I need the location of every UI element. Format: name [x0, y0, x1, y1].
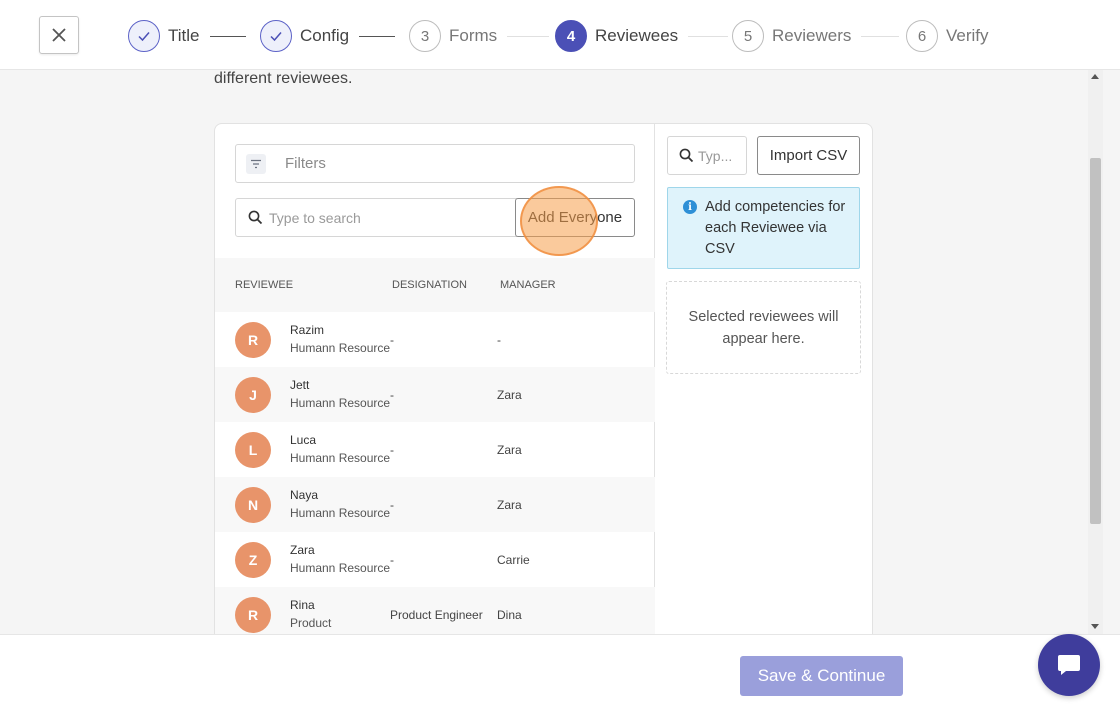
close-icon: [52, 28, 66, 42]
chat-bubble-icon: [1058, 655, 1080, 675]
reviewee-dept: Product: [290, 616, 332, 630]
step-verify[interactable]: 6 Verify: [906, 20, 989, 52]
table-row[interactable]: R Razim Humann Resource - -: [215, 312, 655, 367]
search-icon: [248, 210, 263, 225]
table-row[interactable]: N Naya Humann Resource - Zara: [215, 477, 655, 532]
reviewee-dept: Humann Resource: [290, 506, 391, 520]
reviewee-designation: -: [390, 333, 394, 347]
selected-reviewees-pane: Typ... Import CSV i Add competencies for…: [656, 124, 872, 642]
import-csv-button[interactable]: Import CSV: [757, 136, 860, 175]
wizard-footer: Save & Continue: [0, 634, 1120, 716]
reviewee-name: Rina: [290, 598, 315, 612]
reviewee-manager: Dina: [497, 608, 522, 622]
step-label: Reviewees: [595, 26, 679, 45]
step-label: Config: [300, 26, 350, 45]
close-button[interactable]: [39, 16, 79, 54]
avatar: Z: [235, 542, 271, 578]
save-continue-button[interactable]: Save & Continue: [740, 656, 903, 696]
reviewee-dept: Humann Resource: [290, 561, 391, 575]
reviewee-name: Jett: [290, 378, 310, 392]
reviewee-designation: -: [390, 388, 394, 402]
step-number: 3: [409, 20, 441, 52]
step-label: Verify: [946, 26, 989, 45]
reviewee-search-field[interactable]: [235, 198, 517, 237]
page-scrollbar[interactable]: [1088, 70, 1103, 634]
step-title[interactable]: Title: [128, 20, 246, 52]
step-connector: [359, 35, 396, 37]
reviewee-name: Razim: [290, 323, 325, 337]
step-reviewees[interactable]: 4 Reviewees: [555, 20, 729, 52]
reviewee-designation: -: [390, 443, 394, 457]
filters-input[interactable]: Filters: [235, 144, 635, 183]
search-icon: [679, 148, 694, 163]
table-row[interactable]: J Jett Humann Resource - Zara: [215, 367, 655, 422]
scroll-up-arrow-icon[interactable]: [1091, 74, 1099, 79]
reviewee-designation: -: [390, 553, 394, 567]
reviewee-dept: Humann Resource: [290, 396, 391, 410]
avatar: R: [235, 322, 271, 358]
step-connector: [209, 35, 246, 37]
reviewee-name: Luca: [290, 433, 317, 447]
reviewee-designation: Product Engineer: [390, 608, 483, 622]
step-label: Forms: [449, 26, 498, 45]
column-designation: DESIGNATION: [392, 279, 467, 291]
reviewee-manager: -: [497, 333, 501, 347]
intro-text: different reviewees.: [214, 70, 353, 87]
step-connector: [688, 35, 729, 37]
selected-search-placeholder: Typ...: [698, 147, 733, 164]
reviewee-manager: Zara: [497, 443, 522, 457]
filter-icon: [246, 153, 266, 174]
table-header: REVIEWEE DESIGNATION MANAGER: [215, 258, 655, 312]
scroll-thumb[interactable]: [1090, 158, 1101, 524]
step-forms[interactable]: 3 Forms: [409, 20, 550, 52]
reviewee-name: Zara: [290, 543, 315, 557]
reviewee-selection-card: Filters Add Everyone REVIEWEE DESIGNATIO…: [214, 123, 873, 643]
avatar: R: [235, 597, 271, 633]
check-icon: [138, 32, 150, 42]
chat-launcher-button[interactable]: [1038, 634, 1100, 696]
reviewee-manager: Zara: [497, 388, 522, 402]
table-row[interactable]: L Luca Humann Resource - Zara: [215, 422, 655, 477]
scroll-down-arrow-icon[interactable]: [1091, 624, 1099, 629]
filters-placeholder: Filters: [285, 155, 326, 172]
step-label: Reviewers: [772, 26, 852, 45]
step-number: 6: [906, 20, 938, 52]
reviewee-dept: Humann Resource: [290, 451, 391, 465]
wizard-header: Title Config 3 Forms 4 Reviewees 5 Revie…: [0, 0, 1120, 70]
reviewee-manager: Carrie: [497, 553, 530, 567]
reviewee-designation: -: [390, 498, 394, 512]
info-icon: i: [683, 200, 697, 214]
step-reviewers[interactable]: 5 Reviewers: [732, 20, 900, 52]
step-config[interactable]: Config: [260, 20, 396, 52]
step-connector: [507, 35, 550, 37]
add-everyone-button[interactable]: Add Everyone: [515, 198, 635, 237]
reviewee-search-input[interactable]: [269, 209, 509, 226]
reviewee-name: Naya: [290, 488, 319, 502]
csv-info-text: Add competencies for each Reviewee via C…: [705, 199, 846, 257]
reviewee-list-pane: Filters Add Everyone REVIEWEE DESIGNATIO…: [215, 124, 655, 642]
step-number: 5: [732, 20, 764, 52]
avatar: J: [235, 377, 271, 413]
column-reviewee: REVIEWEE: [235, 279, 294, 291]
avatar: N: [235, 487, 271, 523]
selected-empty-state: Selected reviewees will appear here.: [666, 281, 861, 374]
avatar: L: [235, 432, 271, 468]
csv-info-banner: i Add competencies for each Reviewee via…: [667, 187, 860, 269]
reviewee-manager: Zara: [497, 498, 522, 512]
column-manager: MANAGER: [500, 279, 556, 291]
step-number: 4: [555, 20, 587, 52]
check-icon: [270, 32, 282, 42]
step-done-marker: [128, 20, 160, 52]
table-row[interactable]: Z Zara Humann Resource - Carrie: [215, 532, 655, 587]
selected-search-field[interactable]: Typ...: [667, 136, 747, 175]
reviewee-dept: Humann Resource: [290, 341, 391, 355]
step-label: Title: [168, 26, 200, 45]
step-connector: [861, 35, 900, 37]
step-done-marker: [260, 20, 292, 52]
